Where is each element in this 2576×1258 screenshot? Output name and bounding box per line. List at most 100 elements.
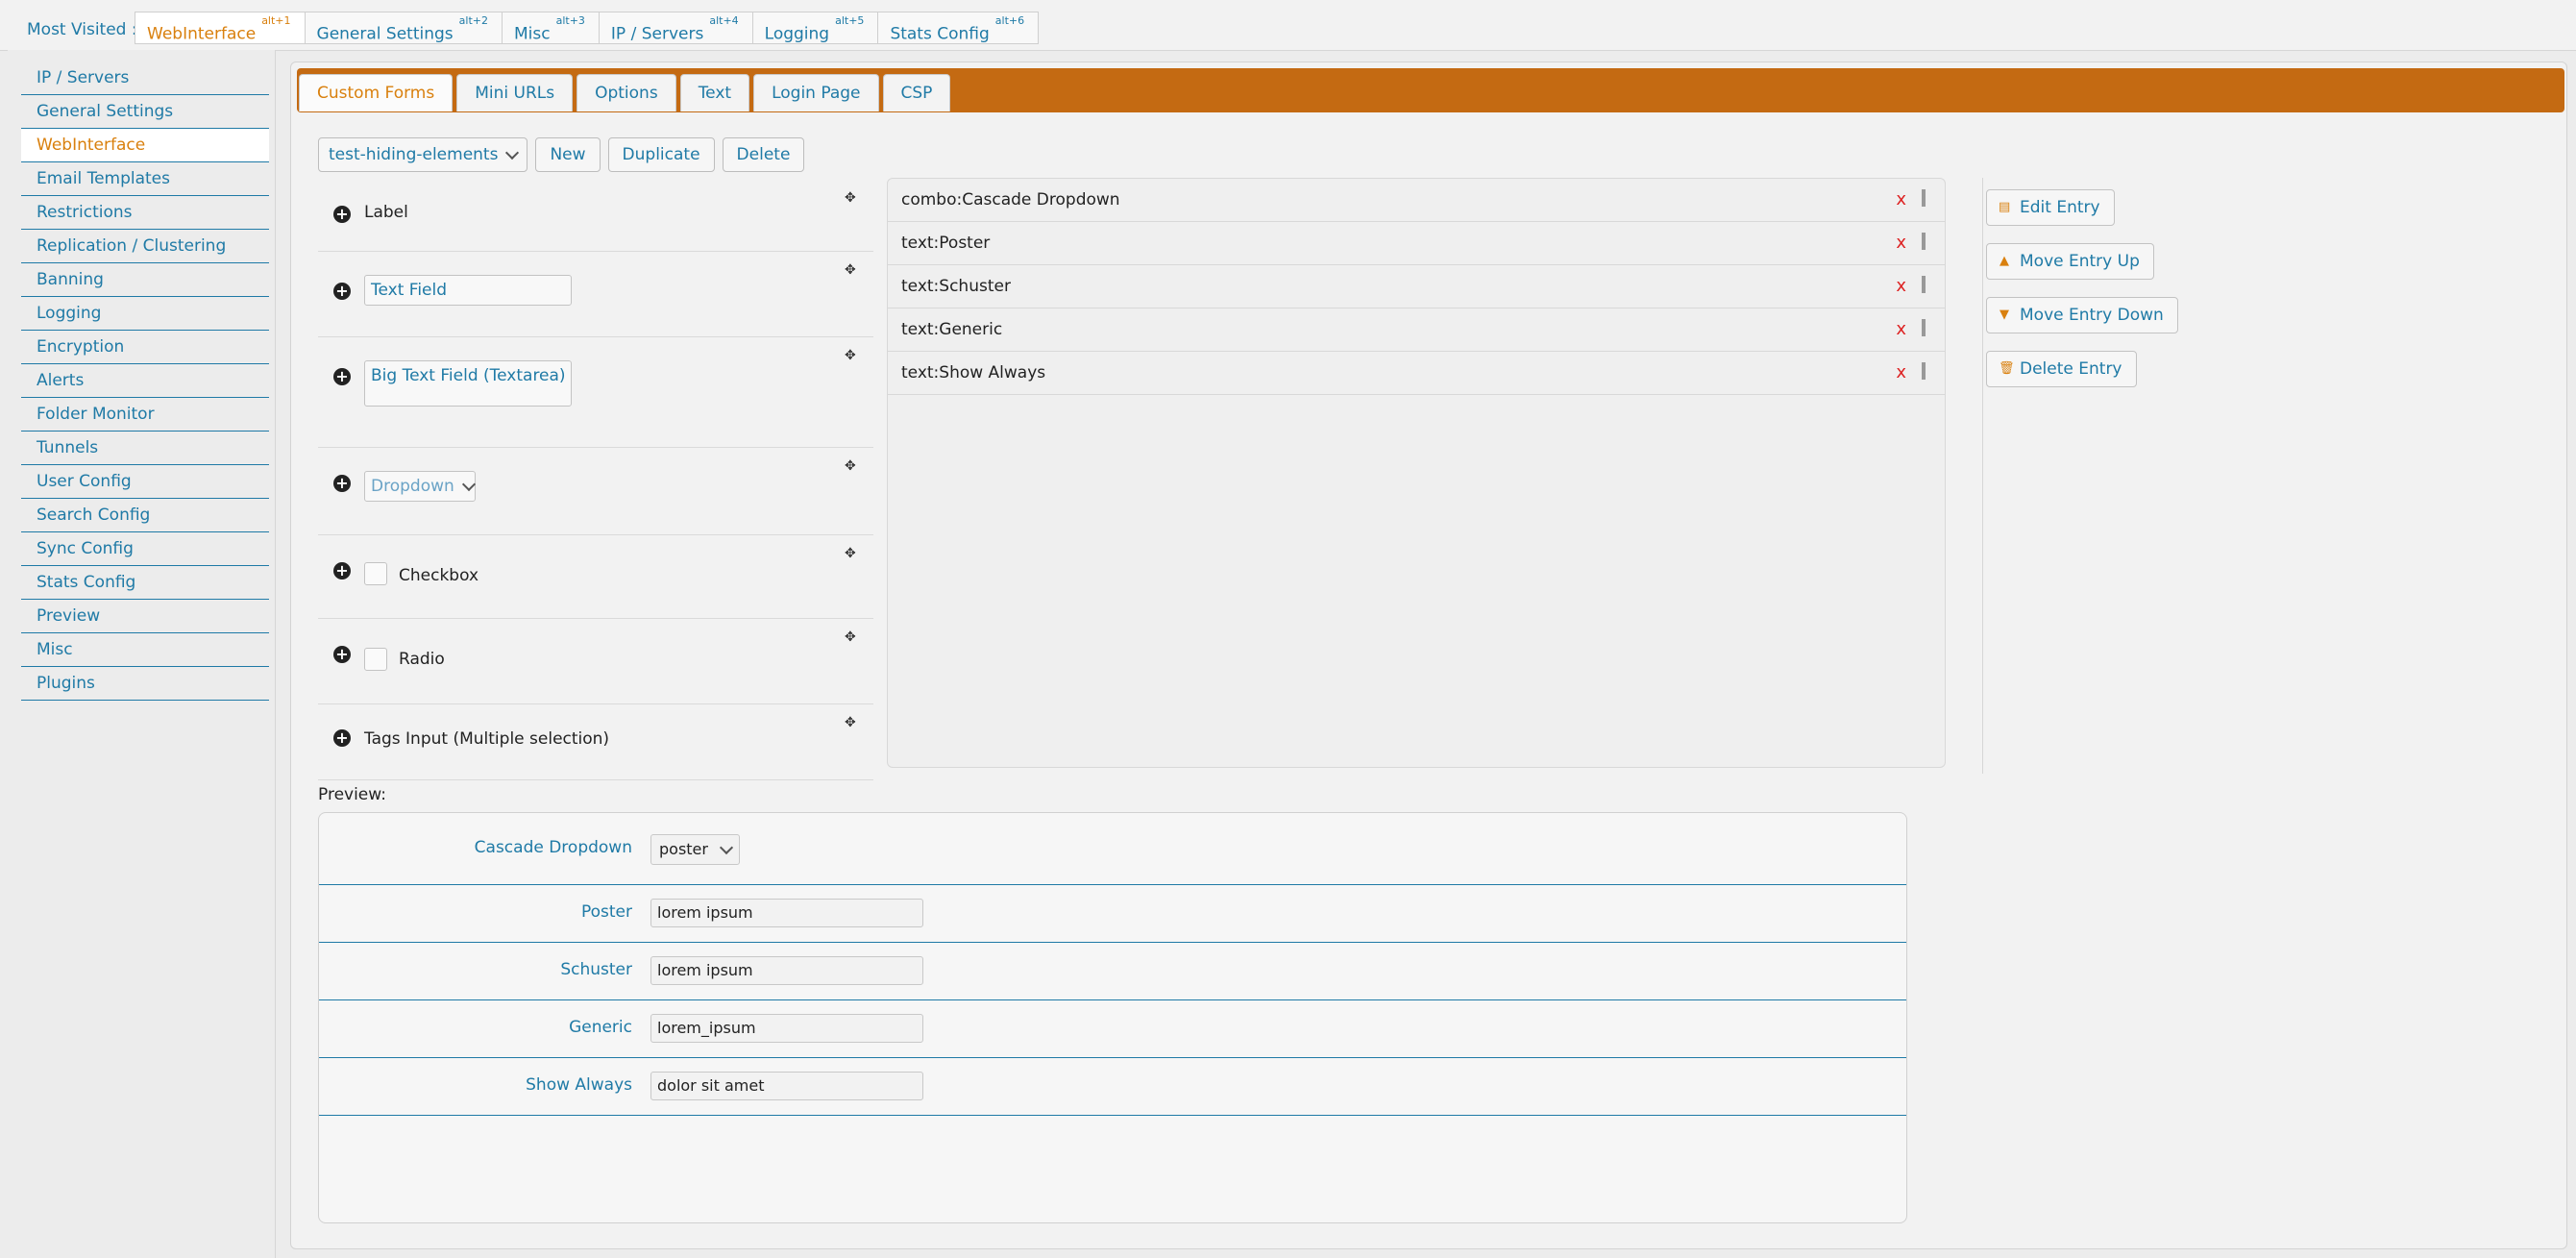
entry-item[interactable]: text:Show Always x [888, 352, 1945, 395]
tabs: Custom Forms Mini URLs Options Text Logi… [299, 74, 954, 111]
add-icon[interactable]: + [333, 475, 351, 492]
preview-label: Poster [580, 902, 632, 922]
remove-entry-icon[interactable]: x [1896, 265, 1906, 308]
drag-handle-icon[interactable] [1922, 319, 1926, 336]
sidebar-item-plugins[interactable]: Plugins [21, 667, 269, 701]
mv-tab-stats-config[interactable]: Stats Configalt+6 [878, 12, 1040, 44]
add-icon[interactable]: + [333, 562, 351, 580]
add-icon[interactable]: + [333, 368, 351, 385]
main-panel: Custom Forms Mini URLs Options Text Logi… [290, 62, 2567, 1249]
entry-item[interactable]: text:Generic x [888, 308, 1945, 352]
palette-item-dropdown[interactable]: + Dropdown ✥ [318, 448, 873, 535]
preview-row: Poster lorem ipsum [319, 885, 1906, 943]
sidebar-item-user-config[interactable]: User Config [21, 465, 269, 499]
sidebar-item-encryption[interactable]: Encryption [21, 331, 269, 364]
move-icon[interactable]: ✥ [845, 263, 858, 277]
sidebar-item-misc[interactable]: Misc [21, 633, 269, 667]
tab-login-page[interactable]: Login Page [753, 74, 879, 111]
tab-custom-forms[interactable]: Custom Forms [299, 74, 454, 111]
move-icon[interactable]: ✥ [845, 630, 858, 644]
move-icon[interactable]: ✥ [845, 547, 858, 560]
sidebar-item-logging[interactable]: Logging [21, 297, 269, 331]
remove-entry-icon[interactable]: x [1896, 352, 1906, 394]
sidebar-item-preview[interactable]: Preview [21, 600, 269, 633]
entry-item[interactable]: text:Poster x [888, 222, 1945, 265]
preview-input[interactable]: lorem ipsum [650, 956, 923, 985]
preview-label: Generic [569, 1018, 632, 1037]
move-icon[interactable]: ✥ [845, 459, 858, 473]
add-icon[interactable]: + [333, 206, 351, 223]
sidebar-item-tunnels[interactable]: Tunnels [21, 432, 269, 465]
sidebar-item-sync-config[interactable]: Sync Config [21, 532, 269, 566]
sidebar-item-restrictions[interactable]: Restrictions [21, 196, 269, 230]
palette-item-text-field[interactable]: + Text Field ✥ [318, 252, 873, 337]
field-palette: + Label ✥ + Text Field ✥ + Big Text Fiel… [318, 180, 873, 780]
tab-options[interactable]: Options [577, 74, 676, 111]
preview-row: Generic lorem_ipsum [319, 1000, 1906, 1058]
palette-item-textarea[interactable]: + Big Text Field (Textarea) ✥ [318, 337, 873, 448]
form-select[interactable]: test-hiding-elements [318, 137, 528, 172]
duplicate-form-button[interactable]: Duplicate [607, 137, 715, 172]
edit-entry-button[interactable]: ▤ Edit Entry [1986, 189, 2115, 226]
preview-input[interactable]: lorem_ipsum [650, 1014, 923, 1043]
move-icon[interactable]: ✥ [845, 191, 858, 205]
drag-handle-icon[interactable] [1922, 362, 1926, 380]
add-icon[interactable]: + [333, 646, 351, 663]
preview-input[interactable]: dolor sit amet [650, 1072, 923, 1100]
mv-tab-logging[interactable]: Loggingalt+5 [752, 12, 879, 44]
drag-handle-icon[interactable] [1922, 233, 1926, 250]
palette-text-field: Text Field [364, 275, 572, 306]
tab-mini-urls[interactable]: Mini URLs [456, 74, 574, 111]
new-form-button[interactable]: New [535, 137, 601, 172]
sidebar-item-search-config[interactable]: Search Config [21, 499, 269, 532]
mv-tab-webinterface[interactable]: WebInterfacealt+1 [135, 12, 306, 44]
preview-row: Show Always dolor sit amet [319, 1058, 1906, 1116]
entry-actions: ▤ Edit Entry ▲ Move Entry Up ▼ Move Entry D… [1986, 189, 2178, 405]
remove-entry-icon[interactable]: x [1896, 308, 1906, 351]
preview-select[interactable]: poster [650, 834, 740, 865]
entry-item[interactable]: text:Schuster x [888, 265, 1945, 308]
entry-item[interactable]: combo:Cascade Dropdown x [888, 179, 1945, 222]
sidebar-item-alerts[interactable]: Alerts [21, 364, 269, 398]
arrow-up-icon: ▲ [1999, 254, 2009, 268]
sidebar-item-webinterface[interactable]: WebInterface [21, 129, 269, 162]
sidebar-item-ip-servers[interactable]: IP / Servers [21, 62, 269, 95]
tab-csp[interactable]: CSP [882, 74, 951, 111]
most-visited-label: Most Visited : [27, 20, 137, 39]
palette-item-checkbox[interactable]: + Checkbox ✥ [318, 535, 873, 619]
palette-dropdown: Dropdown [364, 471, 476, 502]
preview-title: Preview: [318, 785, 386, 804]
drag-handle-icon[interactable] [1922, 276, 1926, 293]
sidebar-item-replication[interactable]: Replication / Clustering [21, 230, 269, 263]
remove-entry-icon[interactable]: x [1896, 222, 1906, 264]
drag-handle-icon[interactable] [1922, 189, 1926, 207]
form-select-value: test-hiding-elements [329, 145, 499, 164]
sidebar-item-email-templates[interactable]: Email Templates [21, 162, 269, 196]
move-icon[interactable]: ✥ [845, 716, 858, 729]
add-icon[interactable]: + [333, 283, 351, 300]
delete-entry-button[interactable]: 🗑 Delete Entry [1986, 351, 2137, 387]
mv-tab-ip-servers[interactable]: IP / Serversalt+4 [599, 12, 753, 44]
preview-input[interactable]: lorem ipsum [650, 899, 923, 927]
sidebar-item-folder-monitor[interactable]: Folder Monitor [21, 398, 269, 432]
entries-list: combo:Cascade Dropdown x text:Poster x tex… [887, 178, 1946, 768]
move-icon[interactable]: ✥ [845, 349, 858, 362]
sidebar-item-general-settings[interactable]: General Settings [21, 95, 269, 129]
delete-form-button[interactable]: Delete [722, 137, 805, 172]
sidebar-item-banning[interactable]: Banning [21, 263, 269, 297]
move-entry-up-button[interactable]: ▲ Move Entry Up [1986, 243, 2154, 280]
mv-tab-misc[interactable]: Miscalt+3 [502, 12, 600, 44]
remove-entry-icon[interactable]: x [1896, 179, 1906, 221]
palette-item-radio[interactable]: + Radio ✥ [318, 619, 873, 704]
palette-item-tags[interactable]: + Tags Input (Multiple selection) ✥ [318, 704, 873, 780]
trash-icon: 🗑 [1999, 361, 2015, 376]
palette-radio [364, 648, 387, 671]
sidebar-item-stats-config[interactable]: Stats Config [21, 566, 269, 600]
palette-item-label[interactable]: + Label ✥ [318, 180, 873, 252]
add-icon[interactable]: + [333, 729, 351, 747]
form-select-row: test-hiding-elements New Duplicate Delet… [318, 137, 805, 172]
mv-tab-general-settings[interactable]: General Settingsalt+2 [305, 12, 503, 44]
move-entry-down-button[interactable]: ▼ Move Entry Down [1986, 297, 2178, 333]
arrow-down-icon: ▼ [1999, 308, 2009, 322]
tab-text[interactable]: Text [679, 74, 750, 111]
